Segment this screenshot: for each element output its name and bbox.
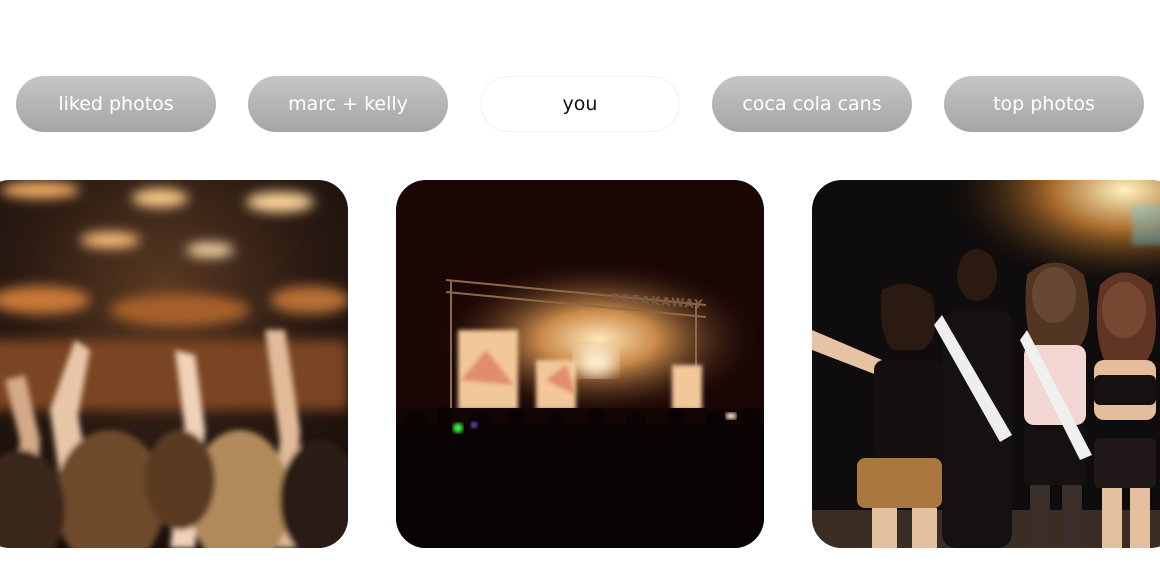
photo-crowd-hands[interactable]: [0, 180, 348, 548]
tab-you[interactable]: you: [480, 76, 680, 132]
album-tabs: liked photos marc + kelly you coca cola …: [16, 76, 1144, 132]
photo-festival-stage[interactable]: BREAKAWAY: [396, 180, 764, 548]
stage-photo-image: BREAKAWAY: [396, 180, 764, 548]
tab-marc-kelly[interactable]: marc + kelly: [248, 76, 448, 132]
tab-coca-cola-cans[interactable]: coca cola cans: [712, 76, 912, 132]
tab-liked-photos[interactable]: liked photos: [16, 76, 216, 132]
photo-friends-group[interactable]: [812, 180, 1160, 548]
crowd-photo-image: [0, 180, 348, 548]
tab-top-photos[interactable]: top photos: [944, 76, 1144, 132]
friends-photo-image: [812, 180, 1160, 548]
photo-gallery: BREAKAWAY: [0, 180, 1160, 548]
